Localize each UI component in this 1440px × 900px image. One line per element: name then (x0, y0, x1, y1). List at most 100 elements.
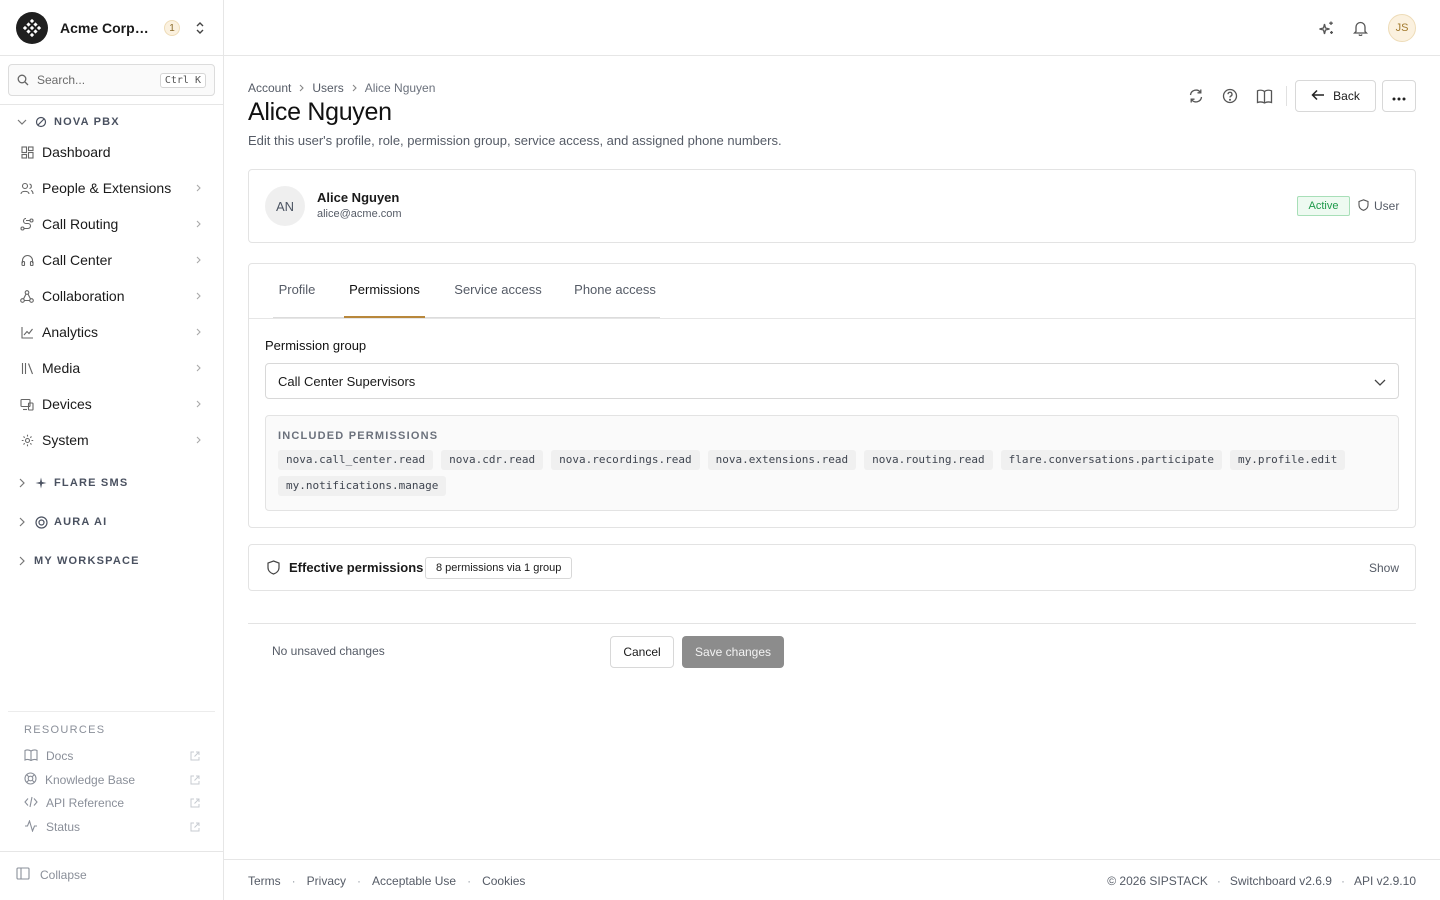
sidebar-item-label: Collaboration (42, 288, 125, 304)
footer-link-cookies[interactable]: Cookies (482, 874, 525, 888)
status-badge: Active (1297, 196, 1350, 216)
role-label: User (1374, 199, 1400, 213)
sidebar-item-collaboration[interactable]: Collaboration (8, 280, 215, 312)
permission-group-select[interactable]: Call Center Supervisors (265, 363, 1399, 399)
section-flare-sms[interactable]: FLARE SMS (16, 473, 128, 493)
sidebar-item-call-routing[interactable]: Call Routing (8, 208, 215, 240)
divider (249, 318, 1415, 319)
footer-link-privacy[interactable]: Privacy (307, 874, 346, 888)
sidebar-item-dashboard[interactable]: Dashboard (8, 136, 215, 168)
resource-docs[interactable]: Docs (24, 746, 200, 766)
resource-label: Status (46, 820, 81, 834)
bell-icon[interactable] (1350, 18, 1370, 38)
search-input[interactable]: Search... Ctrl K (8, 64, 215, 96)
sidebar-item-label: Analytics (42, 324, 99, 340)
chevron-right-icon (193, 256, 203, 264)
tab-profile[interactable]: Profile (273, 282, 321, 318)
target-icon (34, 515, 48, 529)
app-version: Switchboard v2.6.9 (1229, 874, 1332, 888)
collapse-sidebar-button[interactable]: Collapse (16, 866, 87, 884)
api-version: API v2.9.10 (1353, 874, 1416, 888)
external-link-icon (190, 773, 200, 788)
permission-chip: flare.conversations.participate (1000, 450, 1222, 470)
user-email: alice@acme.com (317, 208, 402, 220)
resource-knowledge-base[interactable]: Knowledge Base (24, 770, 200, 790)
chevron-down-icon (1374, 374, 1386, 389)
shield-icon (265, 559, 281, 575)
phone-icon (34, 115, 48, 129)
refresh-icon[interactable] (1186, 86, 1206, 106)
included-permissions-heading: INCLUDED PERMISSIONS (278, 430, 439, 442)
footer-links: Terms · Privacy · Acceptable Use · Cooki… (248, 874, 525, 888)
footer: Terms · Privacy · Acceptable Use · Cooki… (224, 859, 1440, 900)
book-icon[interactable] (1254, 86, 1274, 106)
analytics-icon (20, 325, 34, 339)
org-switcher[interactable]: Acme Corporation 1 (16, 12, 212, 44)
back-button[interactable]: Back (1295, 80, 1376, 112)
footer-separator: · (467, 874, 472, 888)
resource-api-reference[interactable]: API Reference (24, 793, 200, 813)
show-effective-permissions-button[interactable]: Show (1369, 561, 1399, 575)
sidebar-item-media[interactable]: Media (8, 352, 215, 384)
resource-label: Knowledge Base (45, 773, 136, 787)
user-summary-card: AN Alice Nguyen alice@acme.com Active Us… (248, 169, 1416, 243)
permission-chip: nova.call_center.read (278, 450, 434, 470)
resource-status[interactable]: Status (24, 817, 200, 837)
breadcrumb-users[interactable]: Users (312, 81, 343, 95)
divider (0, 851, 224, 852)
external-link-icon (190, 749, 200, 764)
effective-permissions-title: Effective permissions (289, 560, 424, 575)
external-link-icon (190, 820, 200, 835)
more-horizontal-icon (1392, 89, 1406, 104)
breadcrumb-account[interactable]: Account (248, 81, 291, 95)
footer-link-acceptable-use[interactable]: Acceptable Use (372, 874, 456, 888)
section-aura-ai[interactable]: AURA AI (16, 512, 107, 532)
sidebar-item-analytics[interactable]: Analytics (8, 316, 215, 348)
help-icon[interactable] (1220, 86, 1240, 106)
footer-separator: · (1216, 874, 1221, 888)
chevron-right-icon (193, 184, 203, 192)
tab-phone-access[interactable]: Phone access (571, 282, 659, 318)
sidebar-item-label: System (42, 432, 89, 448)
chevron-right-icon (193, 400, 203, 408)
chevron-up-down-icon[interactable] (192, 20, 208, 36)
chevron-right-icon (193, 364, 203, 372)
chevron-right-icon (193, 220, 203, 228)
footer-link-terms[interactable]: Terms (248, 874, 281, 888)
dashboard-icon (20, 145, 34, 159)
people-icon (20, 181, 34, 195)
user-avatar[interactable]: JS (1388, 14, 1416, 42)
sidebar-item-system[interactable]: System (8, 424, 215, 456)
arrow-left-icon (1311, 89, 1325, 104)
chevron-down-icon (16, 119, 28, 125)
chevron-right-icon (193, 436, 203, 444)
chevron-right-icon (16, 517, 28, 527)
lifebuoy-icon (24, 772, 37, 788)
sidebar-item-label: Dashboard (42, 144, 111, 160)
section-my-workspace[interactable]: MY WORKSPACE (16, 551, 140, 571)
sidebar-item-call-center[interactable]: Call Center (8, 244, 215, 276)
sidebar-item-label: Media (42, 360, 81, 376)
search-placeholder: Search... (37, 73, 86, 87)
footer-separator: · (1340, 874, 1345, 888)
footer-separator: · (357, 874, 362, 888)
code-icon (24, 796, 38, 811)
section-nova-pbx[interactable]: NOVA PBX (16, 112, 120, 132)
org-name: Acme Corporation (60, 20, 156, 36)
resource-label: Docs (46, 749, 74, 763)
tab-service-access[interactable]: Service access (449, 282, 547, 318)
sidebar-item-devices[interactable]: Devices (8, 388, 215, 420)
sidebar-item-people-extensions[interactable]: People & Extensions (8, 172, 215, 204)
cancel-button[interactable]: Cancel (610, 636, 674, 668)
top-bar: JS (224, 0, 1440, 56)
save-changes-button[interactable]: Save changes (682, 636, 784, 668)
routing-icon (20, 217, 34, 231)
effective-permissions-card: Effective permissions 8 permissions via … (248, 544, 1416, 591)
media-icon (20, 361, 34, 375)
sparkles-icon[interactable] (1316, 18, 1336, 38)
back-button-label: Back (1333, 89, 1360, 103)
tab-permissions[interactable]: Permissions (344, 282, 425, 318)
user-name: Alice Nguyen (317, 190, 400, 205)
more-actions-button[interactable] (1382, 80, 1416, 112)
external-link-icon (190, 796, 200, 811)
